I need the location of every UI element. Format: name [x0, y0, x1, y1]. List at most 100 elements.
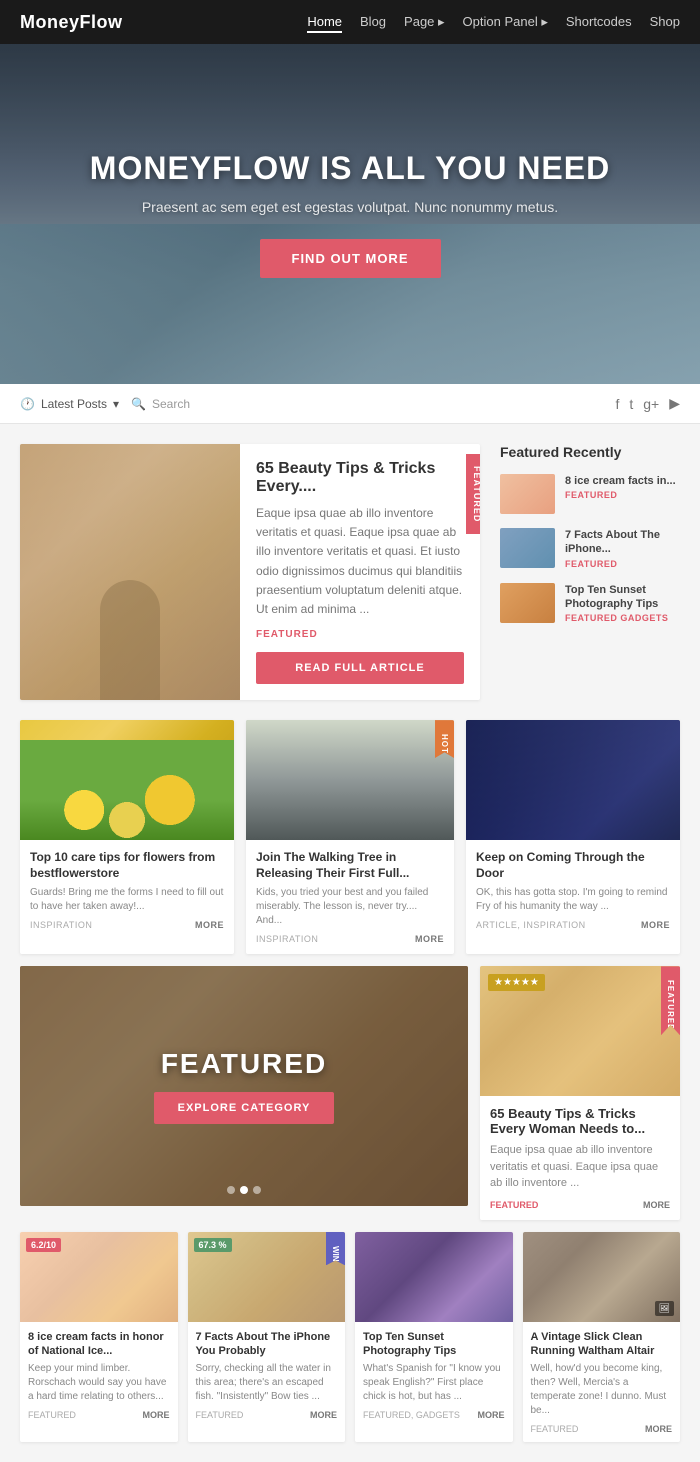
- toolbar-posts[interactable]: 🕐 Latest Posts ▾: [20, 397, 119, 411]
- nav-item-shortcodes[interactable]: Shortcodes: [566, 13, 632, 31]
- twitter-icon[interactable]: t: [629, 396, 633, 412]
- dropdown-icon: ▾: [113, 397, 119, 411]
- sidebar-item-tag-3: FEATURED GADGETS: [565, 613, 680, 623]
- sidebar-item-2[interactable]: 7 Facts About The iPhone... FEATURED: [500, 528, 680, 569]
- featured-article-excerpt: Eaque ipsa quae ab illo inventore verita…: [256, 504, 464, 619]
- bottom-card-title-2: 7 Facts About The iPhone You Probably: [196, 1330, 338, 1359]
- search-placeholder: Search: [152, 397, 190, 411]
- percent-badge-2: 67.3 %: [194, 1238, 232, 1252]
- carousel-dot-3[interactable]: [253, 1186, 261, 1194]
- posts-label: Latest Posts: [41, 397, 107, 411]
- nav-item-blog[interactable]: Blog: [360, 13, 386, 31]
- star-rating: ★★★★★: [488, 974, 545, 991]
- photo-badge-4: 🖼: [655, 1301, 674, 1316]
- grid-post-img-1: [20, 720, 234, 840]
- sidebar-item-3[interactable]: Top Ten Sunset Photography Tips FEATURED…: [500, 583, 680, 624]
- carousel-dot-2[interactable]: [240, 1186, 248, 1194]
- bottom-card-body-3: Top Ten Sunset Photography Tips What's S…: [355, 1322, 513, 1429]
- featured-img-overlay: [20, 444, 240, 700]
- nav-item-home[interactable]: Home: [307, 13, 342, 31]
- grid-post-1[interactable]: Top 10 care tips for flowers from bestfl…: [20, 720, 234, 954]
- grid-post-cat-1: INSPIRATION: [30, 920, 92, 930]
- bottom-card-title-4: A Vintage Slick Clean Running Waltham Al…: [531, 1330, 673, 1359]
- sidebar-item-info: 8 ice cream facts in... FEATURED: [565, 474, 676, 500]
- sidebar-item-title-3: Top Ten Sunset Photography Tips: [565, 583, 680, 612]
- gplus-icon[interactable]: g+: [643, 396, 659, 412]
- grid-post-more-3[interactable]: MORE: [641, 920, 670, 930]
- nav-item-shop[interactable]: Shop: [650, 13, 680, 31]
- carousel-dot-1[interactable]: [227, 1186, 235, 1194]
- grid-post-2[interactable]: HOT Join The Walking Tree in Releasing T…: [246, 720, 454, 954]
- carousel-dots: [227, 1186, 261, 1194]
- hero-cta-button[interactable]: FIND OUT MORE: [260, 239, 441, 278]
- bottom-card-excerpt-2: Sorry, checking all the water in this ar…: [196, 1362, 338, 1404]
- featured-article-image: [20, 444, 240, 700]
- bottom-card-more-4[interactable]: MORE: [645, 1424, 672, 1434]
- hero-title: MONEYFLOW IS ALL YOU NEED: [90, 150, 610, 187]
- sidebar: Featured Recently 8 ice cream facts in..…: [500, 444, 680, 700]
- grid-post-excerpt-1: Guards! Bring me the forms I need to fil…: [30, 886, 224, 914]
- toolbar-search[interactable]: 🔍 Search: [131, 397, 190, 411]
- explore-category-button[interactable]: EXPLORE CATEGORY: [154, 1092, 335, 1124]
- grid-post-body-1: Top 10 care tips for flowers from bestfl…: [20, 840, 234, 940]
- grid-post-body-3: Keep on Coming Through the Door OK, this…: [466, 840, 680, 940]
- grid-post-cat-3: ARTICLE, INSPIRATION: [476, 920, 586, 930]
- bottom-card-more-1[interactable]: MORE: [143, 1410, 170, 1420]
- featured-article-tag: FEATURED: [256, 629, 464, 640]
- bottom-card-1[interactable]: 6.2/10 8 ice cream facts in honor of Nat…: [20, 1232, 178, 1443]
- grid-post-3[interactable]: Keep on Coming Through the Door OK, this…: [466, 720, 680, 954]
- sidebar-thumb-sunset: [500, 583, 555, 623]
- grid-post-more-1[interactable]: MORE: [195, 920, 224, 930]
- nav-item-page[interactable]: Page ▸: [404, 13, 445, 31]
- brand-logo[interactable]: MoneyFlow: [20, 12, 123, 33]
- grid-post-body-2: Join The Walking Tree in Releasing Their…: [246, 840, 454, 954]
- bottom-card-footer-3: FEATURED, GADGETS MORE: [363, 1410, 505, 1420]
- clock-icon: 🕐: [20, 397, 35, 411]
- hero-subtitle: Praesent ac sem eget est egestas volutpa…: [90, 199, 610, 215]
- sidebar-thumb-icecream: [500, 474, 555, 514]
- bottom-card-4[interactable]: 🖼 A Vintage Slick Clean Running Waltham …: [523, 1232, 681, 1443]
- grid-post-title-2: Join The Walking Tree in Releasing Their…: [256, 850, 444, 881]
- bottom-card-body-2: 7 Facts About The iPhone You Probably So…: [188, 1322, 346, 1429]
- bottom-card-img-3: [355, 1232, 513, 1322]
- bottom-card-more-2[interactable]: MORE: [310, 1410, 337, 1420]
- bottom-card-body-4: A Vintage Slick Clean Running Waltham Al…: [523, 1322, 681, 1443]
- featured-left-banner: FEATURED EXPLORE CATEGORY: [20, 966, 468, 1206]
- bottom-card-body-1: 8 ice cream facts in honor of National I…: [20, 1322, 178, 1429]
- bottom-card-cat-2: FEATURED: [196, 1410, 244, 1420]
- bottom-card-footer-2: FEATURED MORE: [196, 1410, 338, 1420]
- bottom-card-img-2: 67.3 % WIN: [188, 1232, 346, 1322]
- grid-post-footer-3: ARTICLE, INSPIRATION MORE: [476, 920, 670, 930]
- featured-section-label: FEATURED: [161, 1048, 327, 1080]
- grid-post-img-3: [466, 720, 680, 840]
- featured-right-body: 65 Beauty Tips & Tricks Every Woman Need…: [480, 1096, 680, 1220]
- nav-item-option[interactable]: Option Panel ▸: [463, 13, 548, 31]
- bottom-card-excerpt-3: What's Spanish for "I know you speak Eng…: [363, 1362, 505, 1404]
- sidebar-item[interactable]: 8 ice cream facts in... FEATURED: [500, 474, 680, 514]
- featured-right-tag: FEATURED: [490, 1200, 538, 1210]
- nav-menu: Home Blog Page ▸ Option Panel ▸ Shortcod…: [307, 13, 680, 31]
- bottom-grid: 6.2/10 8 ice cream facts in honor of Nat…: [0, 1232, 700, 1462]
- bottom-card-footer-4: FEATURED MORE: [531, 1424, 673, 1434]
- navbar: MoneyFlow Home Blog Page ▸ Option Panel …: [0, 0, 700, 44]
- facebook-icon[interactable]: f: [615, 396, 619, 412]
- grid-post-footer-2: INSPIRATION MORE: [256, 934, 444, 944]
- bottom-card-title-3: Top Ten Sunset Photography Tips: [363, 1330, 505, 1359]
- featured-article-card: FEATURED 65 Beauty Tips & Tricks Every..…: [20, 444, 480, 700]
- sidebar-title: Featured Recently: [500, 444, 680, 460]
- featured-left-overlay: FEATURED EXPLORE CATEGORY: [20, 966, 468, 1206]
- youtube-icon[interactable]: ▶: [669, 395, 680, 412]
- hot-badge: HOT: [435, 720, 454, 758]
- bottom-card-more-3[interactable]: MORE: [478, 1410, 505, 1420]
- read-full-article-button[interactable]: READ FULL ARTICLE: [256, 652, 464, 684]
- grid-post-img-2: HOT: [246, 720, 454, 840]
- sidebar-item-info-2: 7 Facts About The iPhone... FEATURED: [565, 528, 680, 569]
- grid-post-footer-1: INSPIRATION MORE: [30, 920, 224, 930]
- score-badge-1: 6.2/10: [26, 1238, 61, 1252]
- bottom-card-2[interactable]: 67.3 % WIN 7 Facts About The iPhone You …: [188, 1232, 346, 1443]
- bottom-card-3[interactable]: Top Ten Sunset Photography Tips What's S…: [355, 1232, 513, 1443]
- bottom-card-cat-1: FEATURED: [28, 1410, 76, 1420]
- featured-right-more[interactable]: MORE: [643, 1200, 670, 1210]
- featured-badge: FEATURED: [466, 454, 480, 534]
- grid-post-more-2[interactable]: MORE: [415, 934, 444, 944]
